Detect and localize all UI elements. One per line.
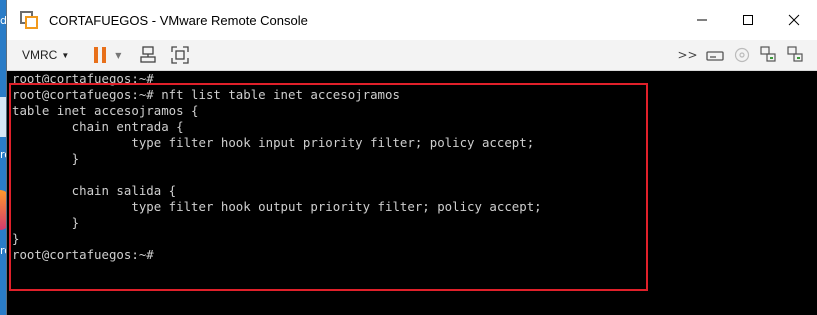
send-ctrl-alt-del-button[interactable] bbox=[135, 40, 161, 70]
removable-device-button[interactable] bbox=[701, 40, 728, 70]
network-adapter-2-button[interactable] bbox=[782, 40, 809, 70]
terminal-line: } bbox=[12, 231, 20, 246]
terminal-line: table inet accesojramos { bbox=[12, 103, 199, 118]
maximize-button[interactable] bbox=[725, 0, 771, 40]
terminal-line: } bbox=[12, 215, 80, 230]
minimize-button[interactable] bbox=[679, 0, 725, 40]
close-icon bbox=[788, 14, 800, 26]
chevron-down-icon: ▼ bbox=[61, 50, 70, 60]
cd-dvd-button[interactable] bbox=[728, 40, 755, 70]
toolbar: VMRC ▼ ▼ >> bbox=[7, 40, 817, 71]
pause-button[interactable] bbox=[89, 40, 111, 70]
maximize-icon bbox=[743, 15, 753, 25]
vmrc-menu-button[interactable]: VMRC ▼ bbox=[22, 48, 69, 62]
window-title: CORTAFUEGOS - VMware Remote Console bbox=[49, 12, 308, 28]
network-adapter-2-icon bbox=[786, 46, 803, 62]
cd-icon bbox=[734, 47, 749, 63]
minimize-icon bbox=[697, 19, 707, 21]
terminal-line: type filter hook output priority filter;… bbox=[12, 199, 542, 214]
terminal-output: root@cortafuegos:~# root@cortafuegos:~# … bbox=[12, 71, 542, 263]
network-adapter-icon bbox=[759, 46, 776, 62]
chevron-down-icon: ▼ bbox=[115, 50, 122, 60]
fullscreen-button[interactable] bbox=[167, 40, 193, 70]
terminal-line: type filter hook input priority filter; … bbox=[12, 135, 535, 150]
terminal-line: } bbox=[12, 151, 80, 166]
terminal-line: chain salida { bbox=[12, 183, 177, 198]
power-options-dropdown[interactable]: ▼ bbox=[111, 40, 125, 70]
more-button[interactable]: >> bbox=[674, 40, 701, 70]
send-ctrl-alt-del-icon bbox=[140, 46, 156, 63]
close-button[interactable] bbox=[771, 0, 817, 40]
terminal-console[interactable]: root@cortafuegos:~# root@cortafuegos:~# … bbox=[7, 71, 817, 315]
terminal-line: chain entrada { bbox=[12, 119, 184, 134]
title-bar[interactable]: CORTAFUEGOS - VMware Remote Console bbox=[7, 0, 817, 40]
more-icon: >> bbox=[677, 48, 698, 62]
terminal-line: root@cortafuegos:~# nft list table inet … bbox=[12, 87, 400, 102]
terminal-line: root@cortafuegos:~# bbox=[12, 247, 154, 262]
removable-device-icon bbox=[705, 51, 724, 61]
fullscreen-icon bbox=[171, 46, 189, 64]
terminal-line: root@cortafuegos:~# bbox=[12, 71, 154, 86]
vmware-app-icon bbox=[20, 11, 38, 29]
vmrc-window: CORTAFUEGOS - VMware Remote Console VMRC… bbox=[7, 0, 817, 315]
vmrc-menu-label: VMRC bbox=[22, 48, 58, 62]
pause-icon bbox=[94, 47, 107, 63]
network-adapter-button[interactable] bbox=[755, 40, 782, 70]
